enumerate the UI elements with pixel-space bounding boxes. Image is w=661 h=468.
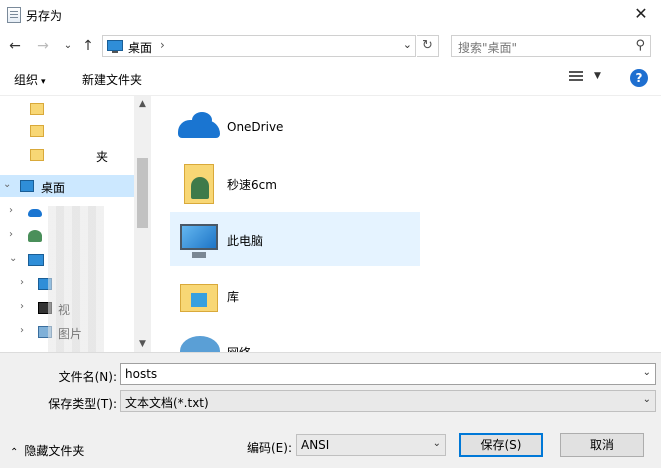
notepad-icon: [7, 7, 21, 23]
chevron-down-icon[interactable]: ⌄: [3, 179, 11, 190]
chevron-right-icon[interactable]: ›: [20, 277, 24, 288]
network-icon: [180, 336, 220, 352]
chevron-right-icon[interactable]: ›: [9, 205, 13, 216]
folder-icon: [30, 125, 44, 137]
forward-button[interactable]: →: [34, 36, 52, 56]
navigation-bar: ← → ⌄ ↑ 桌面 › ⌄ ↻ 搜索"桌面" ⚲: [0, 30, 661, 62]
list-item-user-folder[interactable]: 秒速6cm: [170, 156, 420, 210]
view-options-icon[interactable]: [569, 71, 583, 85]
encoding-select[interactable]: ANSI ⌄: [296, 434, 446, 456]
tree-item[interactable]: 夹: [0, 144, 134, 166]
chevron-down-icon: ▾: [41, 77, 46, 87]
folder-icon: [30, 149, 44, 161]
address-dropdown-button[interactable]: ⌄: [403, 38, 412, 51]
hide-folders-button[interactable]: ⌃ 隐藏文件夹: [10, 442, 84, 459]
organize-button[interactable]: 组织 ▾: [14, 71, 46, 88]
list-item-onedrive[interactable]: OneDrive: [170, 100, 420, 154]
recent-locations-button[interactable]: ⌄: [59, 36, 77, 56]
tree-item[interactable]: [0, 98, 134, 120]
new-folder-button[interactable]: 新建文件夹: [82, 71, 142, 88]
this-pc-icon: [28, 254, 44, 266]
address-path[interactable]: 桌面: [128, 39, 152, 56]
chevron-down-icon[interactable]: ⌄: [9, 253, 17, 264]
address-bar[interactable]: 桌面 › ⌄: [102, 35, 416, 57]
chevron-down-icon[interactable]: ⌄: [643, 367, 651, 378]
close-button[interactable]: ✕: [621, 0, 661, 30]
list-item-this-pc[interactable]: 此电脑: [170, 212, 420, 266]
cancel-button[interactable]: 取消: [560, 433, 644, 457]
file-list[interactable]: OneDrive 秒速6cm 此电脑 库 网络: [151, 96, 661, 352]
filename-value: hosts: [125, 367, 158, 381]
chevron-right-icon[interactable]: ›: [20, 301, 24, 312]
filename-input[interactable]: hosts ⌄: [120, 363, 656, 385]
filename-label: 文件名(N):: [58, 370, 117, 384]
scroll-down-button[interactable]: ▼: [134, 336, 151, 352]
chevron-down-icon[interactable]: ⌄: [643, 394, 651, 405]
save-button[interactable]: 保存(S): [459, 433, 543, 457]
redacted-overlay: [48, 206, 104, 352]
tree-item[interactable]: [0, 120, 134, 142]
navigation-pane[interactable]: 夹 ⌄ 桌面 › › ⌄ › › 视 › 图片: [0, 96, 150, 352]
command-bar: 组织 ▾ 新建文件夹 ▼ ?: [0, 62, 661, 96]
folder-icon: [30, 103, 44, 115]
filetype-label: 保存类型(T):: [48, 397, 117, 411]
refresh-button[interactable]: ↻: [417, 35, 439, 57]
search-icon[interactable]: ⚲: [635, 38, 645, 53]
list-item-library[interactable]: 库: [170, 268, 420, 322]
save-options-panel: 文件名(N): hosts ⌄ 保存类型(T): 文本文档(*.txt) ⌄ ⌃…: [0, 352, 661, 468]
hide-folders-label: 隐藏文件夹: [24, 444, 85, 458]
chevron-right-icon[interactable]: ›: [9, 229, 13, 240]
search-input[interactable]: 搜索"桌面" ⚲: [451, 35, 651, 57]
filetype-select[interactable]: 文本文档(*.txt) ⌄: [120, 390, 656, 412]
library-icon: [180, 284, 218, 312]
scroll-up-button[interactable]: ▲: [134, 96, 151, 112]
window-title: 另存为: [26, 9, 63, 23]
filetype-value: 文本文档(*.txt): [125, 396, 209, 410]
search-placeholder: 搜索"桌面": [458, 41, 518, 55]
desktop-icon: [20, 180, 34, 192]
encoding-value: ANSI: [301, 438, 330, 452]
tree-scrollbar[interactable]: ▲ ▼: [134, 96, 151, 352]
title-bar: 另存为 ✕: [0, 0, 661, 30]
desktop-icon: [107, 40, 123, 53]
scrollbar-thumb[interactable]: [137, 158, 148, 228]
chevron-up-icon: ⌃: [10, 447, 19, 458]
encoding-label: 编码(E):: [247, 441, 292, 455]
user-icon: [28, 230, 42, 242]
user-folder-icon: [184, 164, 214, 204]
up-button[interactable]: ↑: [79, 36, 97, 56]
view-dropdown-button[interactable]: ▼: [594, 71, 601, 81]
onedrive-icon: [28, 209, 42, 217]
tree-item-desktop[interactable]: ⌄ 桌面: [0, 175, 134, 197]
organize-label: 组织: [14, 73, 39, 87]
this-pc-icon: [180, 224, 218, 258]
help-button[interactable]: ?: [630, 69, 648, 87]
onedrive-icon: [178, 112, 220, 138]
back-button[interactable]: ←: [6, 36, 24, 56]
chevron-down-icon[interactable]: ⌄: [433, 438, 441, 449]
chevron-right-icon[interactable]: ›: [20, 325, 24, 336]
list-item-network[interactable]: 网络: [170, 324, 420, 352]
chevron-right-icon[interactable]: ›: [160, 38, 165, 52]
